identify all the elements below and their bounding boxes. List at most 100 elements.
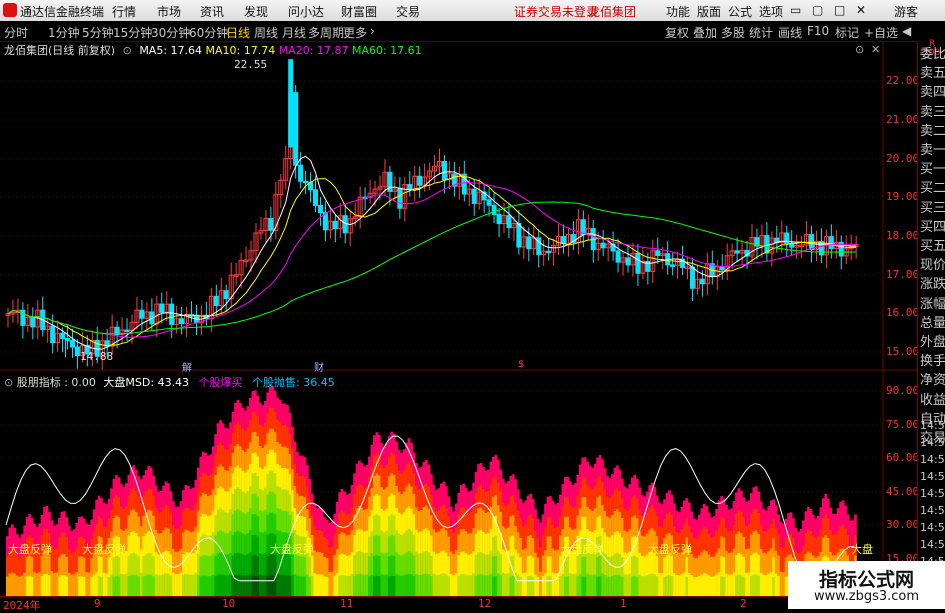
indicator-band [184, 573, 188, 597]
chart-settings-icon[interactable]: ⊙ [855, 43, 864, 56]
indicator-band [670, 555, 674, 577]
indicator-band [251, 452, 255, 474]
indicator-band [531, 498, 535, 519]
indicator-band [479, 573, 483, 597]
indicator-band [63, 553, 66, 576]
indicator-band [256, 395, 260, 417]
indicator-band [159, 574, 163, 597]
indicator-band [201, 492, 205, 514]
candle [655, 250, 661, 257]
indicator-band [249, 397, 252, 421]
indicator-band [824, 493, 828, 515]
indicator-band [663, 576, 666, 597]
indicator-tick: 45.00 [886, 485, 920, 498]
indicator-band [566, 476, 570, 497]
indicator-band [110, 574, 113, 597]
indicator-band [244, 492, 247, 514]
indicator-band [405, 486, 408, 509]
indicator-band [415, 529, 418, 552]
indicator-band [737, 488, 741, 511]
indicator-band [358, 573, 361, 597]
indicator-band [380, 574, 384, 597]
indicator-band [219, 508, 222, 531]
indicator-band [745, 525, 748, 550]
indicator-band [147, 574, 151, 597]
indicator-band [640, 535, 644, 556]
indicator-band [192, 574, 195, 597]
indicator-band [58, 517, 61, 538]
indicator-band [77, 536, 81, 557]
settings-icon[interactable]: ⊙ [123, 44, 132, 57]
indicator-band [390, 472, 394, 494]
indicator-band [224, 427, 227, 450]
indicator-band [660, 573, 664, 597]
indicator-band [139, 525, 143, 550]
indicator-band [139, 572, 143, 597]
indicator-band [824, 534, 828, 556]
indicator-band [700, 530, 704, 553]
quote-label: 卖二 [920, 123, 945, 139]
quote-label: 委比 [920, 47, 945, 62]
indicator-band [700, 574, 704, 597]
indicator-band [251, 514, 255, 535]
indicator-band [821, 498, 825, 519]
indicator-band [348, 493, 351, 515]
settings-icon[interactable]: ⊙ [4, 376, 13, 389]
indicator-band [638, 487, 642, 510]
indicator-band [162, 507, 165, 531]
indicator-band [678, 574, 681, 597]
indicator-band [283, 510, 287, 533]
indicator-band [261, 405, 265, 427]
indicator-band [487, 574, 490, 597]
indicator-band [750, 513, 753, 535]
indicator-band [566, 556, 570, 577]
indicator-band [568, 573, 572, 597]
candlestick-series [5, 59, 859, 370]
indicator-band [606, 556, 609, 577]
indicator-band [633, 494, 637, 516]
indicator-band [273, 390, 277, 412]
indicator-band [236, 508, 240, 531]
indicator-band [618, 511, 622, 534]
indicator-band [216, 552, 220, 575]
indicator-band [482, 488, 485, 511]
candle [397, 188, 403, 209]
indicator-band [263, 574, 267, 597]
indicator-band [68, 572, 71, 597]
indicator-band [462, 551, 465, 574]
indicator-band [645, 512, 649, 534]
event-marker[interactable]: 解 [182, 359, 192, 374]
indicator-band [816, 515, 820, 537]
indicator-band [405, 464, 408, 487]
event-marker[interactable]: 财 [314, 359, 324, 374]
indicator-band [350, 551, 354, 575]
indicator-band [216, 444, 220, 467]
indicator-band [219, 552, 222, 575]
indicator-band [226, 512, 230, 534]
candle [496, 213, 502, 225]
indicator-band [707, 512, 711, 534]
indicator-band [804, 532, 808, 554]
indicator-band [611, 514, 614, 536]
indicator-band [281, 510, 284, 533]
kline-chart[interactable] [0, 0, 945, 609]
indicator-band [395, 551, 399, 575]
indicator-band [435, 510, 438, 533]
indicator-band [722, 556, 726, 577]
candle [69, 339, 75, 348]
indicator-band [308, 498, 312, 519]
indicator-band [772, 537, 775, 558]
indicator-band [15, 575, 19, 597]
indicator-band [720, 515, 723, 537]
indicator-band [328, 571, 332, 597]
indicator-band [400, 452, 403, 474]
indicator-band [187, 507, 190, 531]
indicator-band [479, 485, 483, 508]
quote-label: 卖五 [920, 66, 945, 82]
indicator-band [392, 514, 396, 536]
indicator-band [271, 512, 275, 534]
chart-close-icon[interactable]: ✕ [871, 43, 880, 56]
indicator-band [231, 514, 235, 535]
event-marker[interactable]: $ [518, 359, 524, 370]
indicator-band [276, 573, 279, 597]
